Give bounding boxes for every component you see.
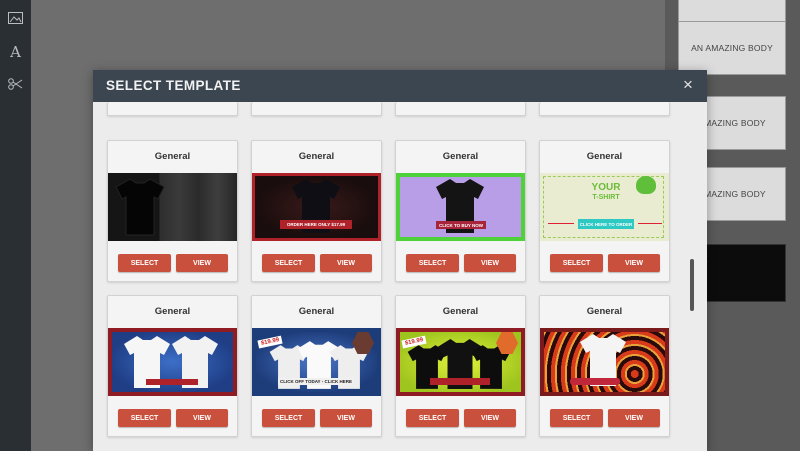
body-option-1[interactable]: AN AMAZING BODY (678, 21, 786, 75)
template-card-partial (107, 102, 238, 116)
select-button[interactable]: SELECT (262, 254, 315, 272)
select-button[interactable]: SELECT (550, 254, 603, 272)
select-button[interactable]: SELECT (550, 409, 603, 427)
template-thumbnail[interactable] (540, 328, 669, 396)
template-banner: CLICK HERE TO ORDER (578, 219, 634, 229)
template-title: General (154, 151, 191, 162)
template-title: General (442, 151, 479, 162)
modal-scrollbar[interactable] (690, 259, 694, 311)
template-card[interactable]: General SELECT VIEW (539, 295, 670, 437)
template-card[interactable]: General SELECT VIEW (107, 295, 238, 437)
scissors-icon[interactable] (0, 70, 31, 98)
template-card[interactable]: General SELECT VIEW (107, 140, 238, 282)
template-thumbnail[interactable]: $19.99 (396, 328, 525, 396)
template-banner: CLICK OFF TODAY - CLICK HERE (278, 378, 354, 385)
view-button[interactable]: VIEW (608, 409, 660, 427)
template-thumbnail[interactable]: CLICK TO BUY NOW (396, 173, 525, 241)
template-headline: T-SHIRT (592, 194, 620, 201)
view-button[interactable]: VIEW (176, 254, 228, 272)
template-grid[interactable]: General SELECT VIEW General ORDER HERE O… (93, 102, 707, 451)
left-toolbar: A (0, 0, 31, 451)
select-button[interactable]: SELECT (118, 409, 171, 427)
template-card[interactable]: General CLICK TO BUY NOW SELECT VIEW (395, 140, 526, 282)
template-headline: YOUR (591, 182, 621, 193)
view-button[interactable]: VIEW (176, 409, 228, 427)
select-button[interactable]: SELECT (262, 409, 315, 427)
template-thumbnail[interactable]: $19.99 CLICK OFF TODAY - CLICK HERE (252, 328, 381, 396)
template-card[interactable]: General YOUR T-SHIRT CLICK HERE TO ORDER… (539, 140, 670, 282)
template-banner: ORDER HERE ONLY $17.99 (280, 220, 352, 229)
template-title: General (586, 306, 623, 317)
select-button[interactable]: SELECT (406, 409, 459, 427)
template-title: General (586, 151, 623, 162)
select-button[interactable]: SELECT (406, 254, 459, 272)
view-button[interactable]: VIEW (608, 254, 660, 272)
template-title: General (154, 306, 191, 317)
template-banner: CLICK TO BUY NOW (436, 221, 486, 229)
text-icon[interactable]: A (0, 38, 31, 66)
template-card[interactable]: General $19.99 CLICK OFF TODAY - CLICK H… (251, 295, 382, 437)
template-card[interactable]: General ORDER HERE ONLY $17.99 SELECT VI… (251, 140, 382, 282)
view-button[interactable]: VIEW (464, 254, 516, 272)
image-icon[interactable] (0, 4, 31, 32)
view-button[interactable]: VIEW (320, 409, 372, 427)
close-icon[interactable]: × (679, 76, 697, 94)
template-title: General (298, 151, 335, 162)
template-card-partial (539, 102, 670, 116)
template-thumbnail[interactable] (108, 328, 237, 396)
view-button[interactable]: VIEW (320, 254, 372, 272)
template-card-partial (251, 102, 382, 116)
template-card-partial (395, 102, 526, 116)
modal-header: SELECT TEMPLATE × (93, 70, 707, 102)
template-thumbnail[interactable]: YOUR T-SHIRT CLICK HERE TO ORDER (540, 173, 669, 241)
view-button[interactable]: VIEW (464, 409, 516, 427)
template-title: General (298, 306, 335, 317)
template-thumbnail[interactable]: ORDER HERE ONLY $17.99 (252, 173, 381, 241)
select-template-modal: SELECT TEMPLATE × General SELECT VIEW Ge… (93, 70, 707, 451)
template-title: General (442, 306, 479, 317)
template-thumbnail[interactable] (108, 173, 237, 241)
modal-title: SELECT TEMPLATE (106, 78, 241, 93)
template-card[interactable]: General $19.99 SELECT VIEW (395, 295, 526, 437)
select-button[interactable]: SELECT (118, 254, 171, 272)
